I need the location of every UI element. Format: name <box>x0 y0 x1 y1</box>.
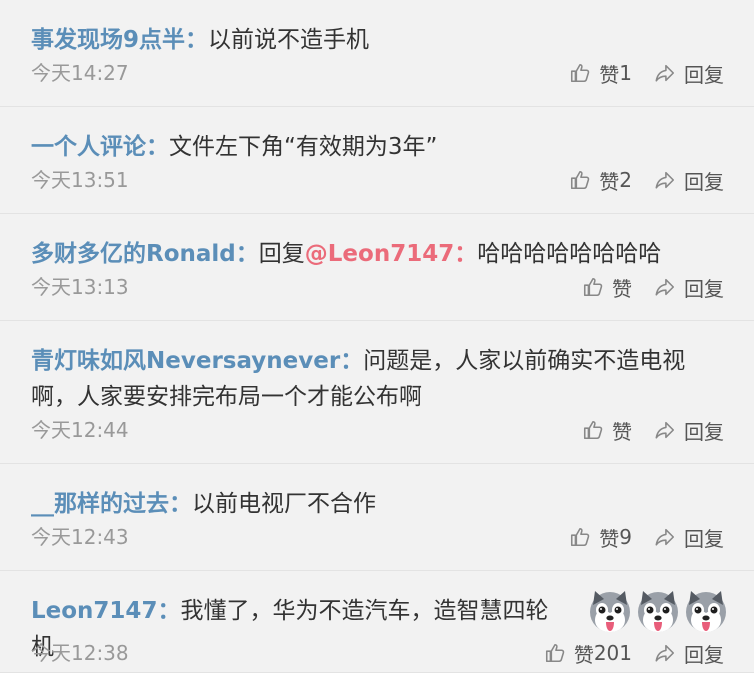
comment-actions: 赞2 回复 <box>569 165 724 195</box>
reply-arrow-icon <box>655 644 675 662</box>
comment-content: 多财多亿的Ronald：回复@Leon7147：哈哈哈哈哈哈哈哈 <box>31 236 730 272</box>
reply-button[interactable]: 回复 <box>654 166 724 195</box>
comment-separator: ： <box>185 27 209 53</box>
comment-time: 今天14:27 <box>31 61 129 85</box>
comment-meta: 今天13:51 赞2 回复 <box>31 165 724 195</box>
thumbs-up-icon <box>583 277 603 297</box>
like-label: 赞 <box>612 276 632 301</box>
comment-meta: 今天12:38 赞 201 回复 <box>31 638 724 668</box>
like-button[interactable]: 赞1 <box>569 59 632 88</box>
comment-meta: 今天12:44 赞 回复 <box>31 415 724 445</box>
comment-time: 今天13:13 <box>31 275 129 299</box>
husky-dog-face-emoji-icon <box>686 591 726 632</box>
comment-meta: 今天13:13 赞 回复 <box>31 272 724 302</box>
emoji-group <box>586 587 730 635</box>
comment-time: 今天12:38 <box>31 641 129 665</box>
comment-meta: 今天12:43 赞9 回复 <box>31 522 724 552</box>
thumbs-up-icon <box>545 643 565 663</box>
reply-button[interactable]: 回复 <box>654 523 724 552</box>
comment-time: 今天13:51 <box>31 168 129 192</box>
comment-time: 今天12:44 <box>31 418 129 442</box>
comment-item: Leon7147：我懂了，华为不造汽车，造智慧四轮机 今天12:38 赞 201… <box>0 571 754 673</box>
comment-username[interactable]: 多财多亿的Ronald <box>31 241 236 267</box>
reply-prefix: 回复 <box>258 241 305 267</box>
mention-separator: ： <box>454 241 478 267</box>
thumbs-up-icon <box>571 170 590 190</box>
comment-username[interactable]: __那样的过去 <box>31 491 169 517</box>
comment-item: 多财多亿的Ronald：回复@Leon7147：哈哈哈哈哈哈哈哈 今天13:13… <box>0 214 754 321</box>
comment-separator: ： <box>146 134 169 160</box>
reply-label: 回复 <box>684 169 724 194</box>
comment-content: 一个人评论：文件左下角“有效期为3年” <box>31 129 730 165</box>
reply-arrow-icon <box>655 171 675 189</box>
comment-username[interactable]: Leon7147 <box>31 598 157 624</box>
comment-username[interactable]: 事发现场9点半 <box>31 27 185 53</box>
comment-separator: ： <box>169 491 192 517</box>
reply-button[interactable]: 回复 <box>654 416 724 445</box>
reply-label: 回复 <box>684 642 724 667</box>
like-label: 赞 <box>612 419 632 444</box>
comment-username[interactable]: 一个人评论 <box>31 134 146 160</box>
comment-actions: 赞 回复 <box>582 415 724 445</box>
reply-arrow-icon <box>655 64 675 82</box>
reply-arrow-icon <box>655 421 675 439</box>
comment-meta: 今天14:27 赞1 回复 <box>31 58 724 88</box>
like-button[interactable]: 赞2 <box>569 166 632 195</box>
reply-label: 回复 <box>684 526 724 551</box>
like-button[interactable]: 赞9 <box>569 523 632 552</box>
comment-actions: 赞9 回复 <box>569 522 724 552</box>
like-button[interactable]: 赞 201 <box>544 639 632 668</box>
comment-item: 青灯味如风Neversaynever：问题是，人家以前确实不造电视啊，人家要安排… <box>0 321 754 464</box>
comment-item: 事发现场9点半：以前说不造手机 今天14:27 赞1 回复 <box>0 0 754 107</box>
like-count: 2 <box>619 168 632 192</box>
reply-label: 回复 <box>684 419 724 444</box>
comment-separator: ： <box>157 598 181 624</box>
comment-separator: ： <box>340 348 364 374</box>
comment-separator: ： <box>235 241 259 267</box>
comment-content: __那样的过去：以前电视厂不合作 <box>31 486 730 522</box>
comment-item: 一个人评论：文件左下角“有效期为3年” 今天13:51 赞2 回复 <box>0 107 754 214</box>
like-count: 201 <box>593 641 632 665</box>
reply-arrow-icon <box>655 528 675 546</box>
comment-actions: 赞1 回复 <box>569 58 724 88</box>
like-button[interactable]: 赞 <box>582 273 632 302</box>
comment-text: 文件左下角“有效期为3年” <box>169 134 438 160</box>
comment-text: 哈哈哈哈哈哈哈哈 <box>477 241 662 267</box>
comment-text: 以前电视厂不合作 <box>192 491 376 517</box>
husky-dog-face-emoji-icon <box>590 591 630 632</box>
like-count: 1 <box>619 61 632 85</box>
like-label: 赞 <box>599 169 620 194</box>
comment-actions: 赞 201 回复 <box>544 638 724 668</box>
comment-content: 青灯味如风Neversaynever：问题是，人家以前确实不造电视啊，人家要安排… <box>31 343 730 415</box>
thumbs-up-icon <box>583 420 603 440</box>
comment-text: 以前说不造手机 <box>208 27 370 53</box>
like-label: 赞 <box>599 526 620 551</box>
comment-username[interactable]: 青灯味如风Neversaynever <box>31 348 340 374</box>
reply-arrow-icon <box>655 278 675 296</box>
comment-item: __那样的过去：以前电视厂不合作 今天12:43 赞9 回复 <box>0 464 754 571</box>
thumbs-up-icon <box>571 63 590 83</box>
reply-label: 回复 <box>684 62 724 87</box>
comment-time: 今天12:43 <box>31 525 129 549</box>
comment-list: 事发现场9点半：以前说不造手机 今天14:27 赞1 回复 一个人评论：文件左下… <box>0 0 754 673</box>
reply-label: 回复 <box>684 276 724 301</box>
like-label: 赞 <box>573 642 594 667</box>
like-label: 赞 <box>599 62 620 87</box>
thumbs-up-icon <box>571 527 590 547</box>
like-count: 9 <box>619 525 632 549</box>
comment-content: 事发现场9点半：以前说不造手机 <box>31 22 730 58</box>
reply-button[interactable]: 回复 <box>654 59 724 88</box>
mention-link[interactable]: @Leon7147 <box>305 241 454 267</box>
comment-actions: 赞 回复 <box>582 272 724 302</box>
husky-dog-face-emoji-icon <box>638 591 678 632</box>
like-button[interactable]: 赞 <box>582 416 632 445</box>
reply-button[interactable]: 回复 <box>654 273 724 302</box>
reply-button[interactable]: 回复 <box>654 639 724 668</box>
